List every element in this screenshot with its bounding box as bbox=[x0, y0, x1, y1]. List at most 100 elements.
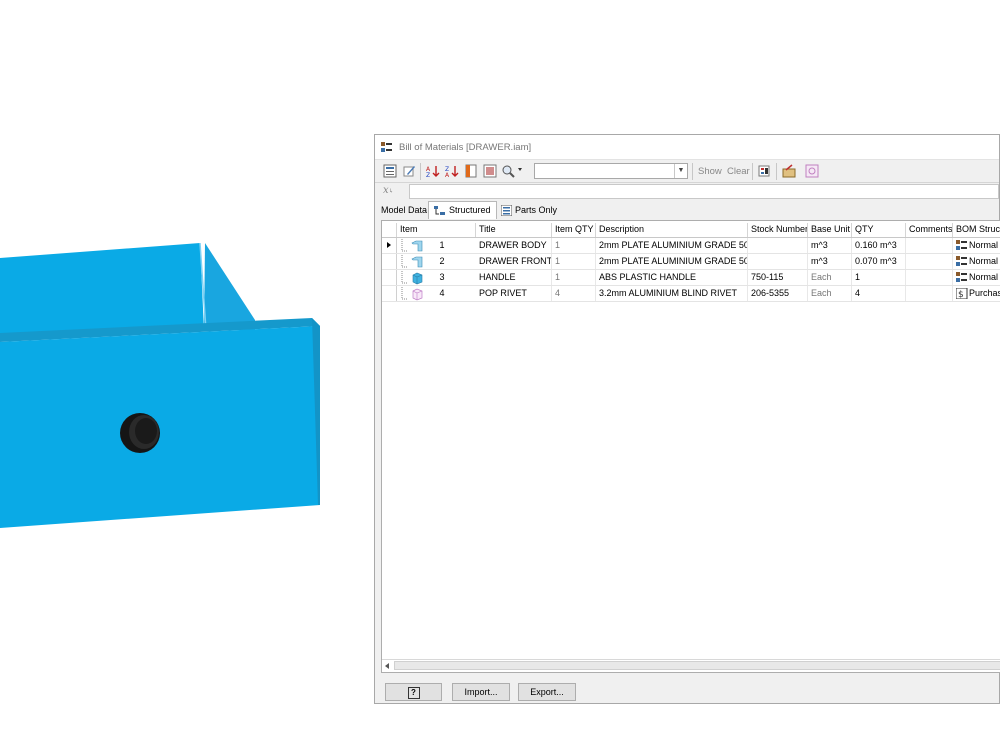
edit-icon[interactable] bbox=[402, 164, 416, 178]
scroll-left-icon[interactable] bbox=[385, 663, 389, 669]
drawer-front-panel bbox=[0, 326, 320, 528]
tab-parts-only[interactable]: Parts Only bbox=[496, 203, 562, 219]
bom-normal-icon bbox=[956, 240, 967, 250]
cell-qty[interactable]: 0.070 m^3 bbox=[852, 254, 906, 269]
cell-bom-structure[interactable]: Normal bbox=[953, 238, 1000, 253]
cell-description[interactable]: ABS PLASTIC HANDLE bbox=[596, 270, 748, 285]
table-row[interactable]: 3 HANDLE 1 ABS PLASTIC HANDLE 750-115 Ea… bbox=[382, 270, 1000, 286]
col-header-item[interactable]: Item bbox=[397, 223, 476, 237]
row-selector[interactable] bbox=[382, 286, 397, 301]
bom-purchased-icon: $ bbox=[956, 288, 968, 299]
sheet-metal-part-icon bbox=[401, 255, 423, 268]
cell-description[interactable]: 3.2mm ALUMINIUM BLIND RIVET bbox=[596, 286, 748, 301]
row-selector[interactable] bbox=[382, 270, 397, 285]
cell-comments[interactable] bbox=[906, 254, 953, 269]
table-row[interactable]: 1 DRAWER BODY 1 2mm PLATE ALUMINIUM GRAD… bbox=[382, 238, 1000, 254]
help-button[interactable]: ? bbox=[385, 683, 442, 701]
row-selector[interactable] bbox=[382, 238, 397, 253]
sort-descending-icon[interactable]: ZA bbox=[445, 164, 459, 178]
formula-input[interactable] bbox=[409, 184, 999, 199]
horizontal-scrollbar[interactable] bbox=[382, 659, 1000, 672]
view-properties-icon[interactable] bbox=[483, 164, 497, 178]
content-center-part-icon bbox=[401, 287, 423, 301]
cell-base-unit[interactable]: m^3 bbox=[808, 238, 852, 253]
bom-tabs: Model Data Structured Parts Only bbox=[375, 201, 999, 219]
export-bom-icon[interactable] bbox=[758, 164, 772, 178]
bom-normal-icon bbox=[956, 272, 967, 282]
formula-bar: x↳ bbox=[375, 182, 999, 201]
cell-item-qty[interactable]: 1 bbox=[552, 254, 596, 269]
part-icon bbox=[401, 271, 423, 285]
col-header-base-unit[interactable]: Base Unit bbox=[808, 223, 852, 237]
cell-comments[interactable] bbox=[906, 270, 953, 285]
bom-icon bbox=[381, 142, 392, 152]
cell-base-unit[interactable]: m^3 bbox=[808, 254, 852, 269]
cell-title[interactable]: HANDLE bbox=[476, 270, 552, 285]
cell-qty[interactable]: 4 bbox=[852, 286, 906, 301]
fx-icon[interactable]: x↳ bbox=[383, 185, 394, 196]
cell-bom-structure[interactable]: Normal bbox=[953, 254, 1000, 269]
cell-title[interactable]: DRAWER BODY bbox=[476, 238, 552, 253]
cell-description[interactable]: 2mm PLATE ALUMINIUM GRADE 5083 bbox=[596, 238, 748, 253]
bom-normal-icon bbox=[956, 256, 967, 266]
cell-title[interactable]: DRAWER FRONT bbox=[476, 254, 552, 269]
cell-item[interactable]: 2 bbox=[432, 254, 452, 269]
svg-text:$: $ bbox=[958, 290, 964, 299]
chevron-down-icon[interactable]: ▼ bbox=[674, 164, 687, 178]
col-header-description[interactable]: Description bbox=[596, 223, 748, 237]
cell-item-qty[interactable]: 4 bbox=[552, 286, 596, 301]
drawer-model[interactable] bbox=[0, 242, 320, 528]
cell-bom-structure[interactable]: Normal bbox=[953, 270, 1000, 285]
cell-base-unit[interactable]: Each bbox=[808, 270, 852, 285]
cell-qty[interactable]: 0.160 m^3 bbox=[852, 238, 906, 253]
renumber-icon[interactable] bbox=[464, 164, 478, 178]
show-button[interactable]: Show bbox=[698, 166, 722, 177]
cell-item[interactable]: 3 bbox=[432, 270, 452, 285]
bom-dialog: Bill of Materials [DRAWER.iam] AZ ZA ▼ S… bbox=[374, 134, 1000, 704]
col-header-qty[interactable]: QTY bbox=[852, 223, 906, 237]
col-header-title[interactable]: Title bbox=[476, 223, 552, 237]
part-number-merge-icon[interactable] bbox=[782, 164, 796, 178]
dialog-titlebar: Bill of Materials [DRAWER.iam] bbox=[375, 135, 999, 160]
import-button[interactable]: Import... bbox=[452, 683, 510, 701]
sheet-metal-part-icon bbox=[401, 239, 423, 252]
cell-stock-number[interactable]: 750-115 bbox=[748, 270, 808, 285]
cell-comments[interactable] bbox=[906, 238, 953, 253]
cell-stock-number[interactable] bbox=[748, 254, 808, 269]
cell-description[interactable]: 2mm PLATE ALUMINIUM GRADE 5083 bbox=[596, 254, 748, 269]
cell-comments[interactable] bbox=[906, 286, 953, 301]
tab-structured[interactable]: Structured bbox=[428, 201, 497, 219]
dialog-title: Bill of Materials [DRAWER.iam] bbox=[399, 142, 532, 153]
cell-stock-number[interactable]: 206-5355 bbox=[748, 286, 808, 301]
table-row[interactable]: 2 DRAWER FRONT 1 2mm PLATE ALUMINIUM GRA… bbox=[382, 254, 1000, 270]
svg-text:Z: Z bbox=[426, 172, 430, 178]
clear-button[interactable]: Clear bbox=[727, 166, 750, 177]
cell-item-qty[interactable]: 1 bbox=[552, 270, 596, 285]
bom-settings-icon[interactable] bbox=[383, 164, 397, 178]
cell-title[interactable]: POP RIVET bbox=[476, 286, 552, 301]
row-selector[interactable] bbox=[382, 254, 397, 269]
export-button[interactable]: Export... bbox=[518, 683, 576, 701]
table-row[interactable]: 4 POP RIVET 4 3.2mm ALUMINIUM BLIND RIVE… bbox=[382, 286, 1000, 302]
cell-qty[interactable]: 1 bbox=[852, 270, 906, 285]
cell-item[interactable]: 1 bbox=[432, 238, 452, 253]
bom-table: Item Title Item QTY Description Stock Nu… bbox=[381, 220, 1000, 673]
find-dropdown-icon[interactable] bbox=[518, 168, 522, 171]
col-header-item-qty[interactable]: Item QTY bbox=[552, 223, 596, 237]
tab-model-data[interactable]: Model Data bbox=[376, 203, 432, 219]
cell-stock-number[interactable] bbox=[748, 238, 808, 253]
col-header-bom-structure[interactable]: BOM Structure bbox=[953, 223, 1000, 237]
cell-item-qty[interactable]: 1 bbox=[552, 238, 596, 253]
col-header-comments[interactable]: Comments bbox=[906, 223, 953, 237]
sort-ascending-icon[interactable]: AZ bbox=[426, 164, 440, 178]
cell-item[interactable]: 4 bbox=[432, 286, 452, 301]
filter-combo[interactable]: ▼ bbox=[534, 163, 688, 179]
find-icon[interactable] bbox=[502, 164, 516, 178]
cell-bom-structure[interactable]: $ Purchased bbox=[953, 286, 1000, 301]
scrollbar-thumb[interactable] bbox=[394, 661, 1000, 670]
bom-report-icon[interactable] bbox=[805, 164, 819, 178]
drawer-side-panel bbox=[204, 243, 255, 330]
row-selector-header[interactable] bbox=[382, 223, 397, 237]
col-header-stock-number[interactable]: Stock Number bbox=[748, 223, 808, 237]
cell-base-unit[interactable]: Each bbox=[808, 286, 852, 301]
